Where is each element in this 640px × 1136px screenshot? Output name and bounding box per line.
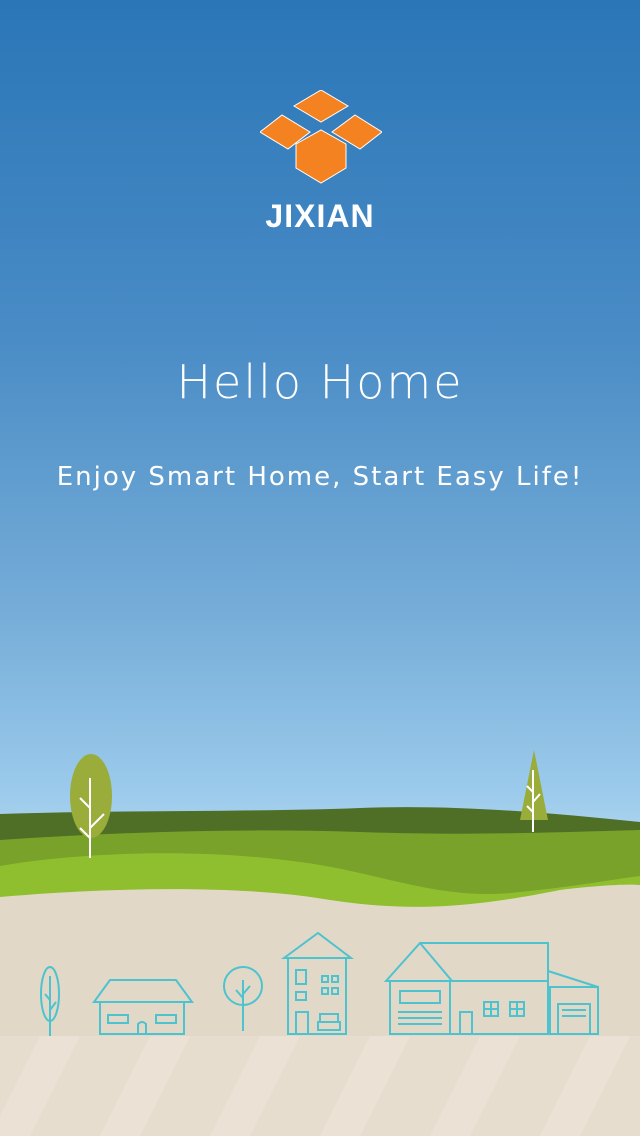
landscape-illustration — [0, 750, 640, 1136]
welcome-title: Hello Home — [176, 355, 464, 409]
splash-screen: JIXIAN Hello Home Enjoy Smart Home, Star… — [0, 0, 640, 1136]
jixian-logo-icon — [260, 90, 382, 184]
right-tree — [520, 750, 548, 832]
welcome-subtitle: Enjoy Smart Home, Start Easy Life! — [56, 462, 584, 492]
road-stripes — [0, 1036, 640, 1136]
brand-name: JIXIAN — [265, 198, 375, 234]
